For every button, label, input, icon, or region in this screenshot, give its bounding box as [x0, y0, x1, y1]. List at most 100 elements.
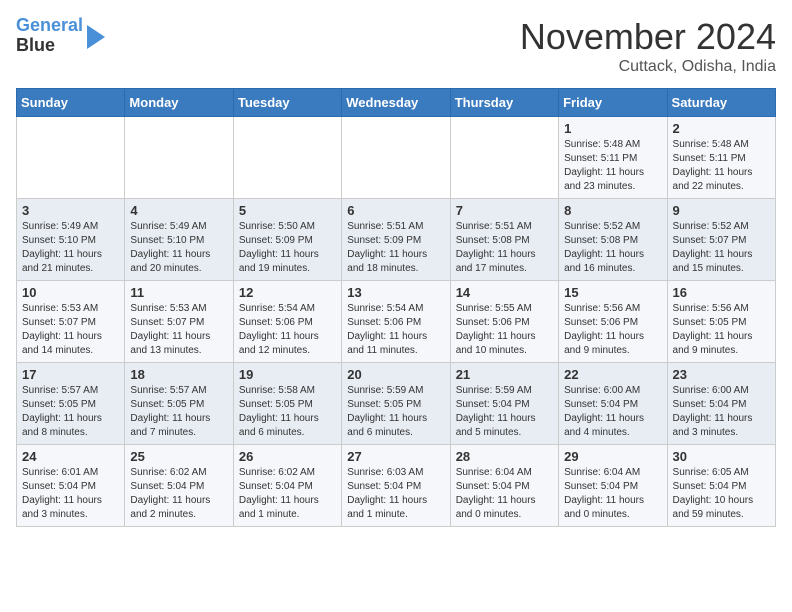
calendar-cell [233, 117, 341, 199]
calendar-cell: 1 Sunrise: 5:48 AM Sunset: 5:11 PM Daylig… [559, 117, 667, 199]
logo-text: GeneralBlue [16, 16, 83, 56]
day-info: Sunrise: 5:52 AM Sunset: 5:08 PM Dayligh… [564, 220, 661, 276]
calendar-cell [342, 117, 450, 199]
header-saturday: Saturday [667, 89, 775, 117]
day-info: Sunrise: 5:50 AM Sunset: 5:09 PM Dayligh… [239, 220, 336, 276]
page-header: GeneralBlue November 2024 Cuttack, Odish… [16, 16, 776, 76]
day-number: 24 [22, 449, 119, 464]
calendar-cell [450, 117, 558, 199]
calendar-cell [17, 117, 125, 199]
day-info: Sunrise: 5:59 AM Sunset: 5:04 PM Dayligh… [456, 384, 553, 440]
day-info: Sunrise: 5:48 AM Sunset: 5:11 PM Dayligh… [564, 138, 661, 194]
day-info: Sunrise: 5:51 AM Sunset: 5:09 PM Dayligh… [347, 220, 444, 276]
calendar-cell: 11 Sunrise: 5:53 AM Sunset: 5:07 PM Dayli… [125, 281, 233, 363]
day-number: 11 [130, 285, 227, 300]
day-info: Sunrise: 5:54 AM Sunset: 5:06 PM Dayligh… [239, 302, 336, 358]
day-info: Sunrise: 5:58 AM Sunset: 5:05 PM Dayligh… [239, 384, 336, 440]
calendar-week-2: 3Sunrise: 5:49 AM Sunset: 5:10 PM Daylig… [17, 199, 776, 281]
day-number: 5 [239, 203, 336, 218]
calendar-cell: 28Sunrise: 6:04 AM Sunset: 5:04 PM Dayli… [450, 445, 558, 527]
calendar-cell: 16 Sunrise: 5:56 AM Sunset: 5:05 PM Dayli… [667, 281, 775, 363]
header-wednesday: Wednesday [342, 89, 450, 117]
day-number: 2 [673, 121, 770, 136]
calendar-header-row: SundayMondayTuesdayWednesdayThursdayFrid… [17, 89, 776, 117]
calendar-cell: 3Sunrise: 5:49 AM Sunset: 5:10 PM Daylig… [17, 199, 125, 281]
calendar-cell: 2 Sunrise: 5:48 AM Sunset: 5:11 PM Daylig… [667, 117, 775, 199]
calendar-week-3: 10 Sunrise: 5:53 AM Sunset: 5:07 PM Dayli… [17, 281, 776, 363]
calendar-cell [125, 117, 233, 199]
calendar-cell: 26 Sunrise: 6:02 AM Sunset: 5:04 PM Dayli… [233, 445, 341, 527]
day-number: 22 [564, 367, 661, 382]
day-number: 14 [456, 285, 553, 300]
day-info: Sunrise: 5:59 AM Sunset: 5:05 PM Dayligh… [347, 384, 444, 440]
calendar-cell: 29Sunrise: 6:04 AM Sunset: 5:04 PM Dayli… [559, 445, 667, 527]
day-number: 16 [673, 285, 770, 300]
calendar-cell: 13 Sunrise: 5:54 AM Sunset: 5:06 PM Dayli… [342, 281, 450, 363]
day-number: 4 [130, 203, 227, 218]
day-number: 27 [347, 449, 444, 464]
title-block: November 2024 Cuttack, Odisha, India [520, 16, 776, 76]
day-number: 25 [130, 449, 227, 464]
day-info: Sunrise: 6:02 AM Sunset: 5:04 PM Dayligh… [130, 466, 227, 522]
day-info: Sunrise: 6:00 AM Sunset: 5:04 PM Dayligh… [673, 384, 770, 440]
day-number: 28 [456, 449, 553, 464]
day-number: 7 [456, 203, 553, 218]
calendar-cell: 12 Sunrise: 5:54 AM Sunset: 5:06 PM Dayli… [233, 281, 341, 363]
day-number: 29 [564, 449, 661, 464]
calendar-week-1: 1 Sunrise: 5:48 AM Sunset: 5:11 PM Daylig… [17, 117, 776, 199]
calendar-cell: 22Sunrise: 6:00 AM Sunset: 5:04 PM Dayli… [559, 363, 667, 445]
header-tuesday: Tuesday [233, 89, 341, 117]
day-number: 19 [239, 367, 336, 382]
calendar-week-4: 17 Sunrise: 5:57 AM Sunset: 5:05 PM Dayli… [17, 363, 776, 445]
logo: GeneralBlue [16, 16, 105, 56]
day-number: 6 [347, 203, 444, 218]
day-info: Sunrise: 5:54 AM Sunset: 5:06 PM Dayligh… [347, 302, 444, 358]
day-info: Sunrise: 5:55 AM Sunset: 5:06 PM Dayligh… [456, 302, 553, 358]
day-number: 21 [456, 367, 553, 382]
calendar-cell: 10 Sunrise: 5:53 AM Sunset: 5:07 PM Dayli… [17, 281, 125, 363]
calendar-cell: 21 Sunrise: 5:59 AM Sunset: 5:04 PM Dayli… [450, 363, 558, 445]
day-number: 12 [239, 285, 336, 300]
day-number: 10 [22, 285, 119, 300]
month-title: November 2024 [520, 16, 776, 58]
day-number: 8 [564, 203, 661, 218]
header-monday: Monday [125, 89, 233, 117]
day-info: Sunrise: 5:49 AM Sunset: 5:10 PM Dayligh… [22, 220, 119, 276]
header-friday: Friday [559, 89, 667, 117]
day-number: 17 [22, 367, 119, 382]
day-info: Sunrise: 5:56 AM Sunset: 5:05 PM Dayligh… [673, 302, 770, 358]
calendar-cell: 19 Sunrise: 5:58 AM Sunset: 5:05 PM Dayli… [233, 363, 341, 445]
day-number: 15 [564, 285, 661, 300]
calendar-cell: 5 Sunrise: 5:50 AM Sunset: 5:09 PM Daylig… [233, 199, 341, 281]
location: Cuttack, Odisha, India [520, 58, 776, 76]
day-info: Sunrise: 5:48 AM Sunset: 5:11 PM Dayligh… [673, 138, 770, 194]
day-number: 18 [130, 367, 227, 382]
day-number: 20 [347, 367, 444, 382]
day-number: 9 [673, 203, 770, 218]
day-info: Sunrise: 6:01 AM Sunset: 5:04 PM Dayligh… [22, 466, 119, 522]
calendar-cell: 25 Sunrise: 6:02 AM Sunset: 5:04 PM Dayli… [125, 445, 233, 527]
calendar-cell: 20 Sunrise: 5:59 AM Sunset: 5:05 PM Dayli… [342, 363, 450, 445]
day-number: 13 [347, 285, 444, 300]
day-info: Sunrise: 5:52 AM Sunset: 5:07 PM Dayligh… [673, 220, 770, 276]
calendar-cell: 23Sunrise: 6:00 AM Sunset: 5:04 PM Dayli… [667, 363, 775, 445]
day-info: Sunrise: 5:53 AM Sunset: 5:07 PM Dayligh… [22, 302, 119, 358]
day-info: Sunrise: 6:02 AM Sunset: 5:04 PM Dayligh… [239, 466, 336, 522]
day-number: 1 [564, 121, 661, 136]
header-thursday: Thursday [450, 89, 558, 117]
calendar-cell: 15 Sunrise: 5:56 AM Sunset: 5:06 PM Dayli… [559, 281, 667, 363]
day-number: 26 [239, 449, 336, 464]
calendar-cell: 24 Sunrise: 6:01 AM Sunset: 5:04 PM Dayli… [17, 445, 125, 527]
calendar-table: SundayMondayTuesdayWednesdayThursdayFrid… [16, 88, 776, 527]
day-info: Sunrise: 5:57 AM Sunset: 5:05 PM Dayligh… [130, 384, 227, 440]
day-info: Sunrise: 5:53 AM Sunset: 5:07 PM Dayligh… [130, 302, 227, 358]
day-info: Sunrise: 5:56 AM Sunset: 5:06 PM Dayligh… [564, 302, 661, 358]
calendar-cell: 9 Sunrise: 5:52 AM Sunset: 5:07 PM Daylig… [667, 199, 775, 281]
header-sunday: Sunday [17, 89, 125, 117]
calendar-cell: 7 Sunrise: 5:51 AM Sunset: 5:08 PM Daylig… [450, 199, 558, 281]
day-info: Sunrise: 6:03 AM Sunset: 5:04 PM Dayligh… [347, 466, 444, 522]
day-info: Sunrise: 5:51 AM Sunset: 5:08 PM Dayligh… [456, 220, 553, 276]
calendar-cell: 14 Sunrise: 5:55 AM Sunset: 5:06 PM Dayli… [450, 281, 558, 363]
calendar-cell: 4Sunrise: 5:49 AM Sunset: 5:10 PM Daylig… [125, 199, 233, 281]
calendar-cell: 30Sunrise: 6:05 AM Sunset: 5:04 PM Dayli… [667, 445, 775, 527]
